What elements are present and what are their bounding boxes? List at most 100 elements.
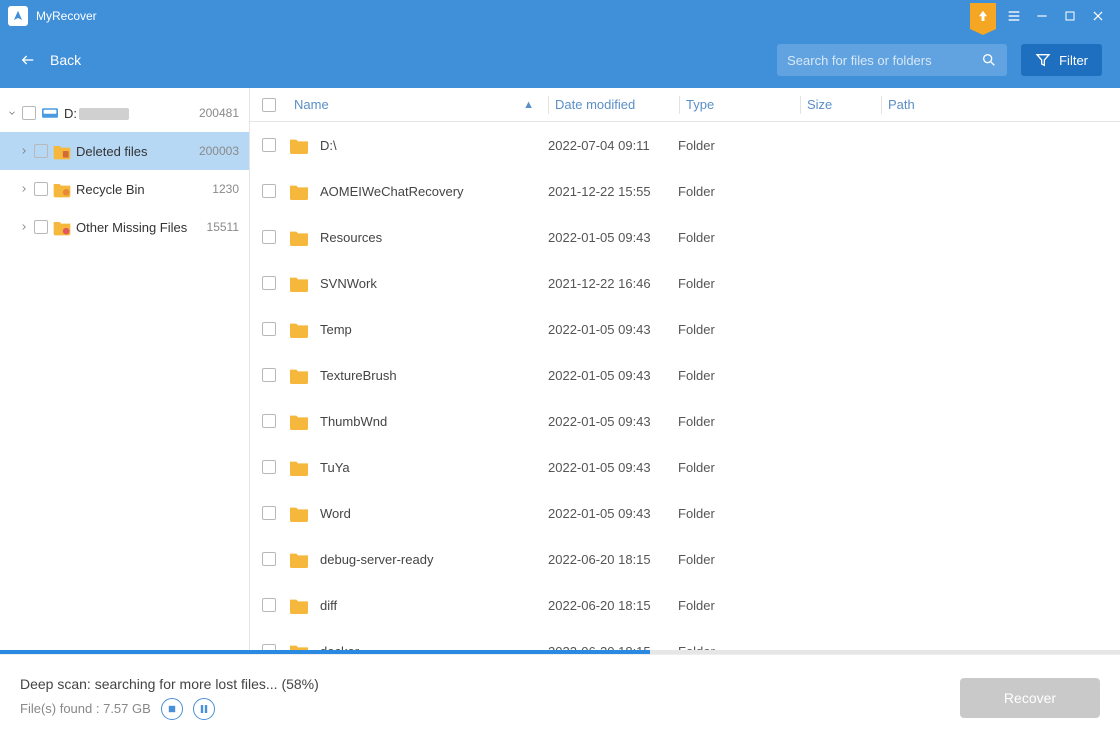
file-name: SVNWork [320, 276, 548, 291]
file-date: 2022-01-05 09:43 [548, 322, 678, 337]
upgrade-icon[interactable] [970, 3, 996, 29]
file-row[interactable]: debug-server-ready2022-06-20 18:15Folder [250, 536, 1120, 582]
tree-label: Recycle Bin [76, 182, 208, 197]
file-row[interactable]: D:\2022-07-04 09:11Folder [250, 122, 1120, 168]
titlebar: MyRecover [0, 0, 1120, 32]
row-checkbox[interactable] [262, 184, 276, 198]
toolbar: Back Filter [0, 32, 1120, 88]
file-row[interactable]: diff2022-06-20 18:15Folder [250, 582, 1120, 628]
file-type: Folder [678, 138, 798, 153]
sidebar-item-recycle-bin[interactable]: Recycle Bin 1230 [0, 170, 249, 208]
file-row[interactable]: Temp2022-01-05 09:43Folder [250, 306, 1120, 352]
file-date: 2021-12-22 16:46 [548, 276, 678, 291]
search-input[interactable] [787, 53, 981, 68]
menu-icon[interactable] [1000, 2, 1028, 30]
column-header: Name ▲ Date modified Type Size Path [250, 88, 1120, 122]
sort-asc-icon: ▲ [523, 99, 542, 111]
file-type: Folder [678, 230, 798, 245]
file-name: Resources [320, 230, 548, 245]
file-type: Folder [678, 598, 798, 613]
folder-icon [52, 179, 72, 199]
file-row[interactable]: TuYa2022-01-05 09:43Folder [250, 444, 1120, 490]
drive-label: D: [64, 106, 195, 121]
minimize-icon[interactable] [1028, 2, 1056, 30]
filter-label: Filter [1059, 53, 1088, 68]
drive-icon [40, 103, 60, 123]
file-date: 2022-01-05 09:43 [548, 460, 678, 475]
close-icon[interactable] [1084, 2, 1112, 30]
app-logo-icon [8, 6, 28, 26]
files-found-line: File(s) found : 7.57 GB [20, 701, 151, 716]
file-name: TextureBrush [320, 368, 548, 383]
row-checkbox[interactable] [262, 322, 276, 336]
file-type: Folder [678, 552, 798, 567]
chevron-down-icon[interactable] [6, 108, 18, 118]
file-row[interactable]: docker2022-06-20 18:15Folder [250, 628, 1120, 650]
row-checkbox[interactable] [262, 460, 276, 474]
chevron-right-icon[interactable] [18, 184, 30, 194]
row-checkbox[interactable] [262, 230, 276, 244]
file-name: diff [320, 598, 548, 613]
file-type: Folder [678, 276, 798, 291]
recover-button[interactable]: Recover [960, 678, 1100, 718]
file-type: Folder [678, 460, 798, 475]
file-row[interactable]: TextureBrush2022-01-05 09:43Folder [250, 352, 1120, 398]
tree-checkbox[interactable] [34, 182, 48, 196]
tree-count: 1230 [212, 182, 239, 196]
tree-label: Deleted files [76, 144, 195, 159]
tree-count: 200003 [199, 144, 239, 158]
file-row[interactable]: Resources2022-01-05 09:43Folder [250, 214, 1120, 260]
column-type[interactable]: Type [680, 97, 800, 112]
tree-label: Other Missing Files [76, 220, 203, 235]
search-box[interactable] [777, 44, 1007, 76]
column-name[interactable]: Name ▲ [288, 97, 548, 112]
file-date: 2022-01-05 09:43 [548, 368, 678, 383]
tree-checkbox[interactable] [34, 220, 48, 234]
row-checkbox[interactable] [262, 598, 276, 612]
footer: Deep scan: searching for more lost files… [0, 654, 1120, 740]
filter-button[interactable]: Filter [1021, 44, 1102, 76]
column-size[interactable]: Size [801, 97, 881, 112]
drive-checkbox[interactable] [22, 106, 36, 120]
row-checkbox[interactable] [262, 552, 276, 566]
file-type: Folder [678, 368, 798, 383]
row-checkbox[interactable] [262, 138, 276, 152]
file-date: 2022-06-20 18:15 [548, 598, 678, 613]
file-row[interactable]: Word2022-01-05 09:43Folder [250, 490, 1120, 536]
folder-icon [52, 217, 72, 237]
sidebar-drive-row[interactable]: D: 200481 [0, 94, 249, 132]
column-path[interactable]: Path [882, 97, 1108, 112]
file-row[interactable]: SVNWork2021-12-22 16:46Folder [250, 260, 1120, 306]
folder-icon [52, 141, 72, 161]
file-name: Word [320, 506, 548, 521]
file-row[interactable]: ThumbWnd2022-01-05 09:43Folder [250, 398, 1120, 444]
column-date[interactable]: Date modified [549, 97, 679, 112]
back-button[interactable]: Back [18, 52, 81, 68]
row-checkbox[interactable] [262, 414, 276, 428]
file-name: D:\ [320, 138, 548, 153]
select-all-checkbox[interactable] [262, 98, 276, 112]
file-date: 2022-06-20 18:15 [548, 552, 678, 567]
file-rows[interactable]: D:\2022-07-04 09:11FolderAOMEIWeChatReco… [250, 122, 1120, 650]
file-row[interactable]: AOMEIWeChatRecovery2021-12-22 15:55Folde… [250, 168, 1120, 214]
drive-count: 200481 [199, 106, 239, 120]
sidebar-item-deleted-files[interactable]: Deleted files 200003 [0, 132, 249, 170]
maximize-icon[interactable] [1056, 2, 1084, 30]
pause-scan-button[interactable] [193, 698, 215, 720]
file-name: ThumbWnd [320, 414, 548, 429]
file-list-panel: Name ▲ Date modified Type Size Path D:\2… [250, 88, 1120, 650]
tree-checkbox[interactable] [34, 144, 48, 158]
row-checkbox[interactable] [262, 506, 276, 520]
chevron-right-icon[interactable] [18, 146, 30, 156]
stop-scan-button[interactable] [161, 698, 183, 720]
app-title: MyRecover [36, 9, 97, 23]
file-name: AOMEIWeChatRecovery [320, 184, 548, 199]
file-date: 2022-07-04 09:11 [548, 138, 678, 153]
row-checkbox[interactable] [262, 368, 276, 382]
row-checkbox[interactable] [262, 276, 276, 290]
chevron-right-icon[interactable] [18, 222, 30, 232]
file-date: 2022-01-05 09:43 [548, 414, 678, 429]
sidebar-item-other-missing-files[interactable]: Other Missing Files 15511 [0, 208, 249, 246]
tree-count: 15511 [207, 220, 239, 234]
sidebar: D: 200481 Deleted files 200003 Recycle Bin… [0, 88, 250, 650]
